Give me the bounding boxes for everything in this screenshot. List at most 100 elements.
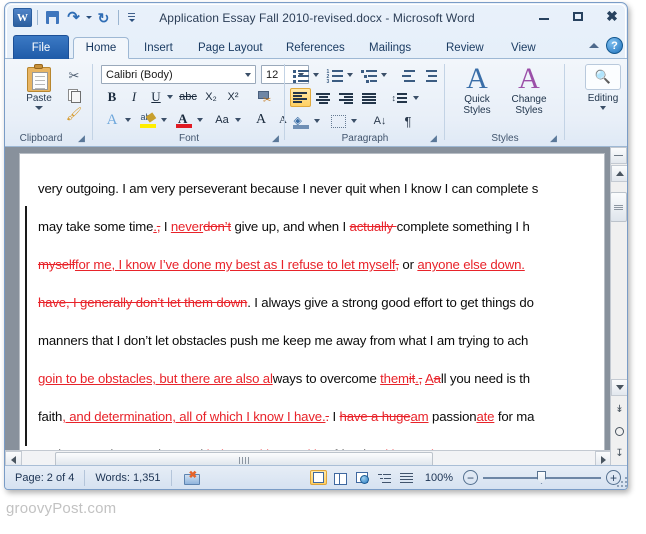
tab-page-layout[interactable]: Page Layout (189, 37, 272, 59)
tab-insert[interactable]: Insert (135, 37, 182, 59)
increase-indent-button[interactable] (419, 65, 439, 85)
bullets-dropdown-icon[interactable] (311, 65, 321, 85)
print-layout-icon (312, 472, 324, 483)
bullets-button[interactable] (291, 65, 311, 85)
resize-grip[interactable] (615, 475, 627, 487)
previous-page-button[interactable]: ↡ (611, 401, 627, 418)
editing-button[interactable]: 🔍 Editing (577, 64, 627, 126)
clipboard-dialog-launcher[interactable]: ◢ (78, 134, 87, 143)
help-icon[interactable]: ? (606, 37, 623, 54)
scroll-up-button[interactable] (611, 165, 627, 182)
line-spacing-button[interactable]: ↕ (389, 88, 411, 108)
underline-button[interactable]: U (147, 87, 165, 107)
paste-dropdown-icon[interactable] (35, 106, 43, 110)
align-center-button[interactable] (313, 88, 334, 108)
font-color-dropdown-icon[interactable] (195, 110, 205, 130)
superscript-button[interactable]: X² (223, 87, 243, 107)
proofing-status-button[interactable] (172, 470, 212, 486)
underline-dropdown-icon[interactable] (165, 87, 175, 107)
tab-file[interactable]: File (13, 35, 69, 59)
tab-view[interactable]: View (502, 37, 545, 59)
body-text: faith (38, 409, 63, 424)
align-right-button[interactable] (336, 88, 357, 108)
highlight-dropdown-icon[interactable] (159, 110, 169, 130)
borders-button[interactable] (327, 111, 349, 131)
view-outline-button[interactable] (376, 470, 393, 485)
chevron-up-icon[interactable] (589, 43, 599, 48)
inserted-text: never (170, 219, 204, 234)
highlight-icon: ab (139, 112, 157, 128)
font-color-button[interactable]: A (173, 110, 195, 130)
change-case-button[interactable]: Aa (209, 110, 235, 130)
align-left-button[interactable] (290, 88, 311, 107)
word-window: W ↷ ↻ Application Essay Fall 2010-revise… (4, 2, 628, 490)
bullets-icon (292, 69, 310, 83)
zoom-slider[interactable] (483, 470, 601, 485)
zoom-level-label[interactable]: 100% (425, 472, 453, 484)
font-name-dropdown-icon[interactable] (245, 72, 251, 77)
close-button[interactable]: ✖ (603, 9, 621, 23)
copy-button[interactable] (63, 85, 85, 104)
numbering-icon: 1 2 3 (327, 69, 344, 85)
justify-button[interactable] (359, 88, 380, 108)
split-bar-handle[interactable] (610, 147, 627, 164)
decrease-indent-button[interactable] (397, 65, 417, 85)
tab-mailings[interactable]: Mailings (360, 37, 420, 59)
editing-dropdown-icon[interactable] (600, 106, 606, 110)
maximize-button[interactable] (569, 9, 587, 23)
paragraph-dialog-launcher[interactable]: ◢ (430, 134, 439, 143)
ribbon-help-area: ? (589, 37, 623, 54)
grow-font-button[interactable]: A (251, 110, 271, 130)
format-painter-button[interactable]: 🖌 (63, 104, 85, 123)
show-formatting-marks-button[interactable]: ¶ (397, 111, 419, 131)
vertical-scroll-thumb[interactable] (610, 192, 627, 222)
view-print-layout-button[interactable] (309, 470, 327, 485)
cut-button[interactable]: ✂ (63, 66, 85, 85)
text-effects-dropdown-icon[interactable] (123, 110, 133, 130)
inserted-text: for me, I know I’ve done my best as I re… (74, 257, 396, 272)
line-spacing-dropdown-icon[interactable] (411, 88, 421, 108)
text-effects-button[interactable]: A (101, 110, 123, 130)
clear-formatting-button[interactable]: ✂ (255, 87, 277, 107)
shading-dropdown-icon[interactable] (312, 111, 322, 131)
multilevel-list-button[interactable] (359, 65, 379, 85)
borders-dropdown-icon[interactable] (349, 111, 359, 131)
view-web-layout-button[interactable] (354, 470, 371, 485)
word-count[interactable]: Words: 1,351 (85, 469, 172, 486)
shading-icon: ◈ (292, 114, 310, 129)
numbering-dropdown-icon[interactable] (345, 65, 355, 85)
shading-button[interactable]: ◈ (290, 111, 312, 131)
document-page[interactable]: very outgoing. I am very perseverant bec… (19, 153, 605, 461)
strikethrough-button[interactable]: abc (177, 87, 199, 107)
multilevel-dropdown-icon[interactable] (379, 65, 389, 85)
tab-review[interactable]: Review (437, 37, 493, 59)
styles-dialog-launcher[interactable]: ◢ (550, 134, 559, 143)
font-dialog-launcher[interactable]: ◢ (272, 134, 281, 143)
view-full-screen-reading-button[interactable] (332, 470, 349, 485)
document-text[interactable]: very outgoing. I am very perseverant bec… (38, 170, 604, 460)
highlight-button[interactable]: ab (137, 110, 159, 130)
view-draft-button[interactable] (398, 470, 415, 485)
tab-home[interactable]: Home (73, 37, 129, 59)
sort-button[interactable]: A↓ (369, 111, 391, 131)
italic-button[interactable]: I (125, 87, 143, 107)
change-case-dropdown-icon[interactable] (233, 110, 243, 130)
zoom-out-button[interactable]: − (463, 470, 478, 485)
bold-button[interactable]: B (103, 87, 121, 107)
next-page-button[interactable]: ↧ (611, 445, 627, 462)
scroll-down-button[interactable] (611, 379, 627, 396)
font-name-input[interactable]: Calibri (Body) (101, 65, 256, 84)
zoom-slider-handle[interactable] (537, 471, 546, 484)
select-browse-object-button[interactable] (611, 423, 627, 440)
subscript-button[interactable]: X₂ (201, 87, 221, 107)
vertical-scrollbar[interactable]: ↡ ↧ (610, 147, 627, 467)
numbering-button[interactable]: 1 2 3 (325, 65, 345, 85)
minimize-button[interactable] (535, 9, 553, 23)
body-text: very outgoing. I am very perseverant bec… (38, 181, 539, 196)
tab-references[interactable]: References (277, 37, 354, 59)
quick-styles-button[interactable]: A Quick Styles (451, 64, 503, 128)
change-styles-button[interactable]: A Change Styles (503, 64, 555, 128)
paste-button[interactable]: Paste (17, 64, 61, 126)
inserted-text: am (410, 409, 429, 424)
page-indicator[interactable]: Page: 2 of 4 (5, 469, 86, 486)
